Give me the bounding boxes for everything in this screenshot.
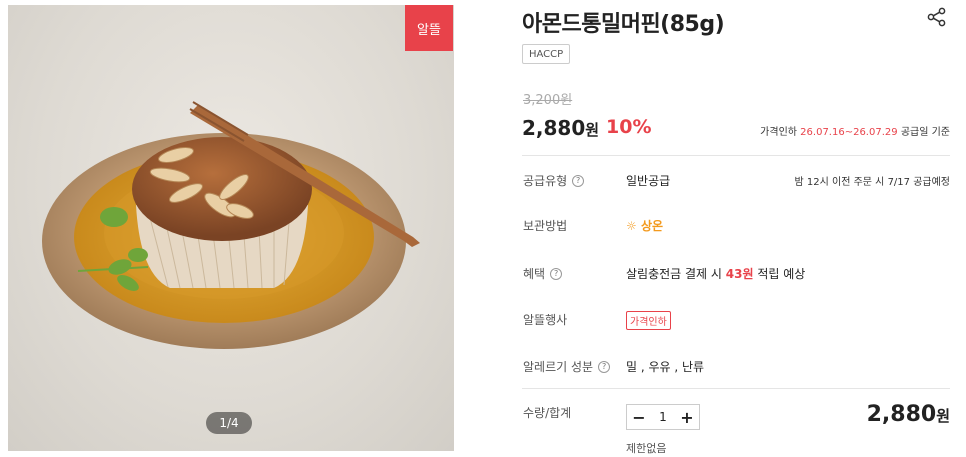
benefit-label-text: 혜택 [523, 267, 546, 281]
discount-rate: 10% [606, 116, 652, 138]
quantity-stepper[interactable]: − 1 + [626, 404, 700, 430]
period-prefix: 가격인하 [760, 127, 797, 138]
sun-icon: ☼ [626, 219, 637, 233]
storage-value: ☼ 상온 [626, 217, 663, 234]
quantity-label-text: 수량/합계 [523, 406, 572, 420]
price-down-chip: 가격인하 [626, 311, 671, 330]
storage-value-text: 상온 [640, 219, 664, 233]
product-title: 아몬드통밀머핀(85g) [522, 12, 725, 37]
decrease-button[interactable]: − [627, 405, 651, 429]
image-counter: 1/4 [206, 412, 252, 434]
muffin-top [132, 137, 312, 241]
quantity-label: 수량/합계 [523, 404, 571, 421]
storage-label-text: 보관방법 [523, 219, 568, 233]
divider [522, 155, 950, 156]
allergy-label-text: 알레르기 성분 [523, 360, 594, 374]
event-value: 가격인하 [626, 311, 671, 330]
benefit-label: 혜택 ? [523, 265, 563, 282]
benefit-value: 살림충전금 결제 시 43원 적립 예상 [626, 265, 805, 282]
question-circle-icon[interactable]: ? [572, 174, 585, 187]
purchase-limit: 제한없음 [626, 442, 667, 455]
sale-badge: 알뜰 [405, 5, 453, 51]
divider [522, 388, 950, 389]
sale-price-number: 2,880 [522, 116, 586, 140]
sale-price-unit: 원 [585, 121, 600, 139]
delivery-schedule: 밤 12시 이전 주문 시 7/17 공급예정 [794, 177, 950, 188]
allergy-value: 밀 , 우유 , 난류 [626, 360, 705, 374]
total-price: 2,880원 [867, 402, 950, 427]
supply-type-value: 일반공급 [626, 174, 671, 188]
sale-price: 2,880원 [522, 116, 599, 140]
period-suffix: 공급일 기준 [900, 127, 950, 138]
muffin-illustration [42, 101, 420, 349]
allergy-label: 알레르기 성분 ? [523, 358, 611, 375]
benefit-amount: 43원 [725, 267, 754, 281]
supply-type-label-text: 공급유형 [523, 174, 568, 188]
benefit-suffix: 적립 예상 [757, 267, 806, 281]
question-circle-icon[interactable]: ? [598, 360, 611, 373]
quantity-value[interactable]: 1 [651, 410, 675, 424]
period-dates: 26.07.16~26.07.29 [800, 127, 898, 138]
question-circle-icon[interactable]: ? [550, 267, 563, 280]
share-icon [927, 7, 946, 27]
total-price-number: 2,880 [866, 402, 937, 427]
benefit-prefix: 살림충전금 결제 시 [626, 267, 722, 281]
event-label-text: 알뜰행사 [523, 313, 568, 327]
share-button[interactable] [926, 6, 948, 28]
event-label: 알뜰행사 [523, 311, 567, 328]
increase-button[interactable]: + [675, 405, 699, 429]
original-price: 3,200원 [523, 93, 573, 108]
haccp-tag: HACCP [522, 44, 571, 64]
product-image[interactable] [8, 5, 454, 451]
supply-type-label: 공급유형 ? [523, 172, 585, 189]
total-price-unit: 원 [936, 407, 950, 425]
storage-label: 보관방법 [523, 217, 567, 234]
price-period: 가격인하 26.07.16~26.07.29 공급일 기준 [760, 123, 950, 138]
